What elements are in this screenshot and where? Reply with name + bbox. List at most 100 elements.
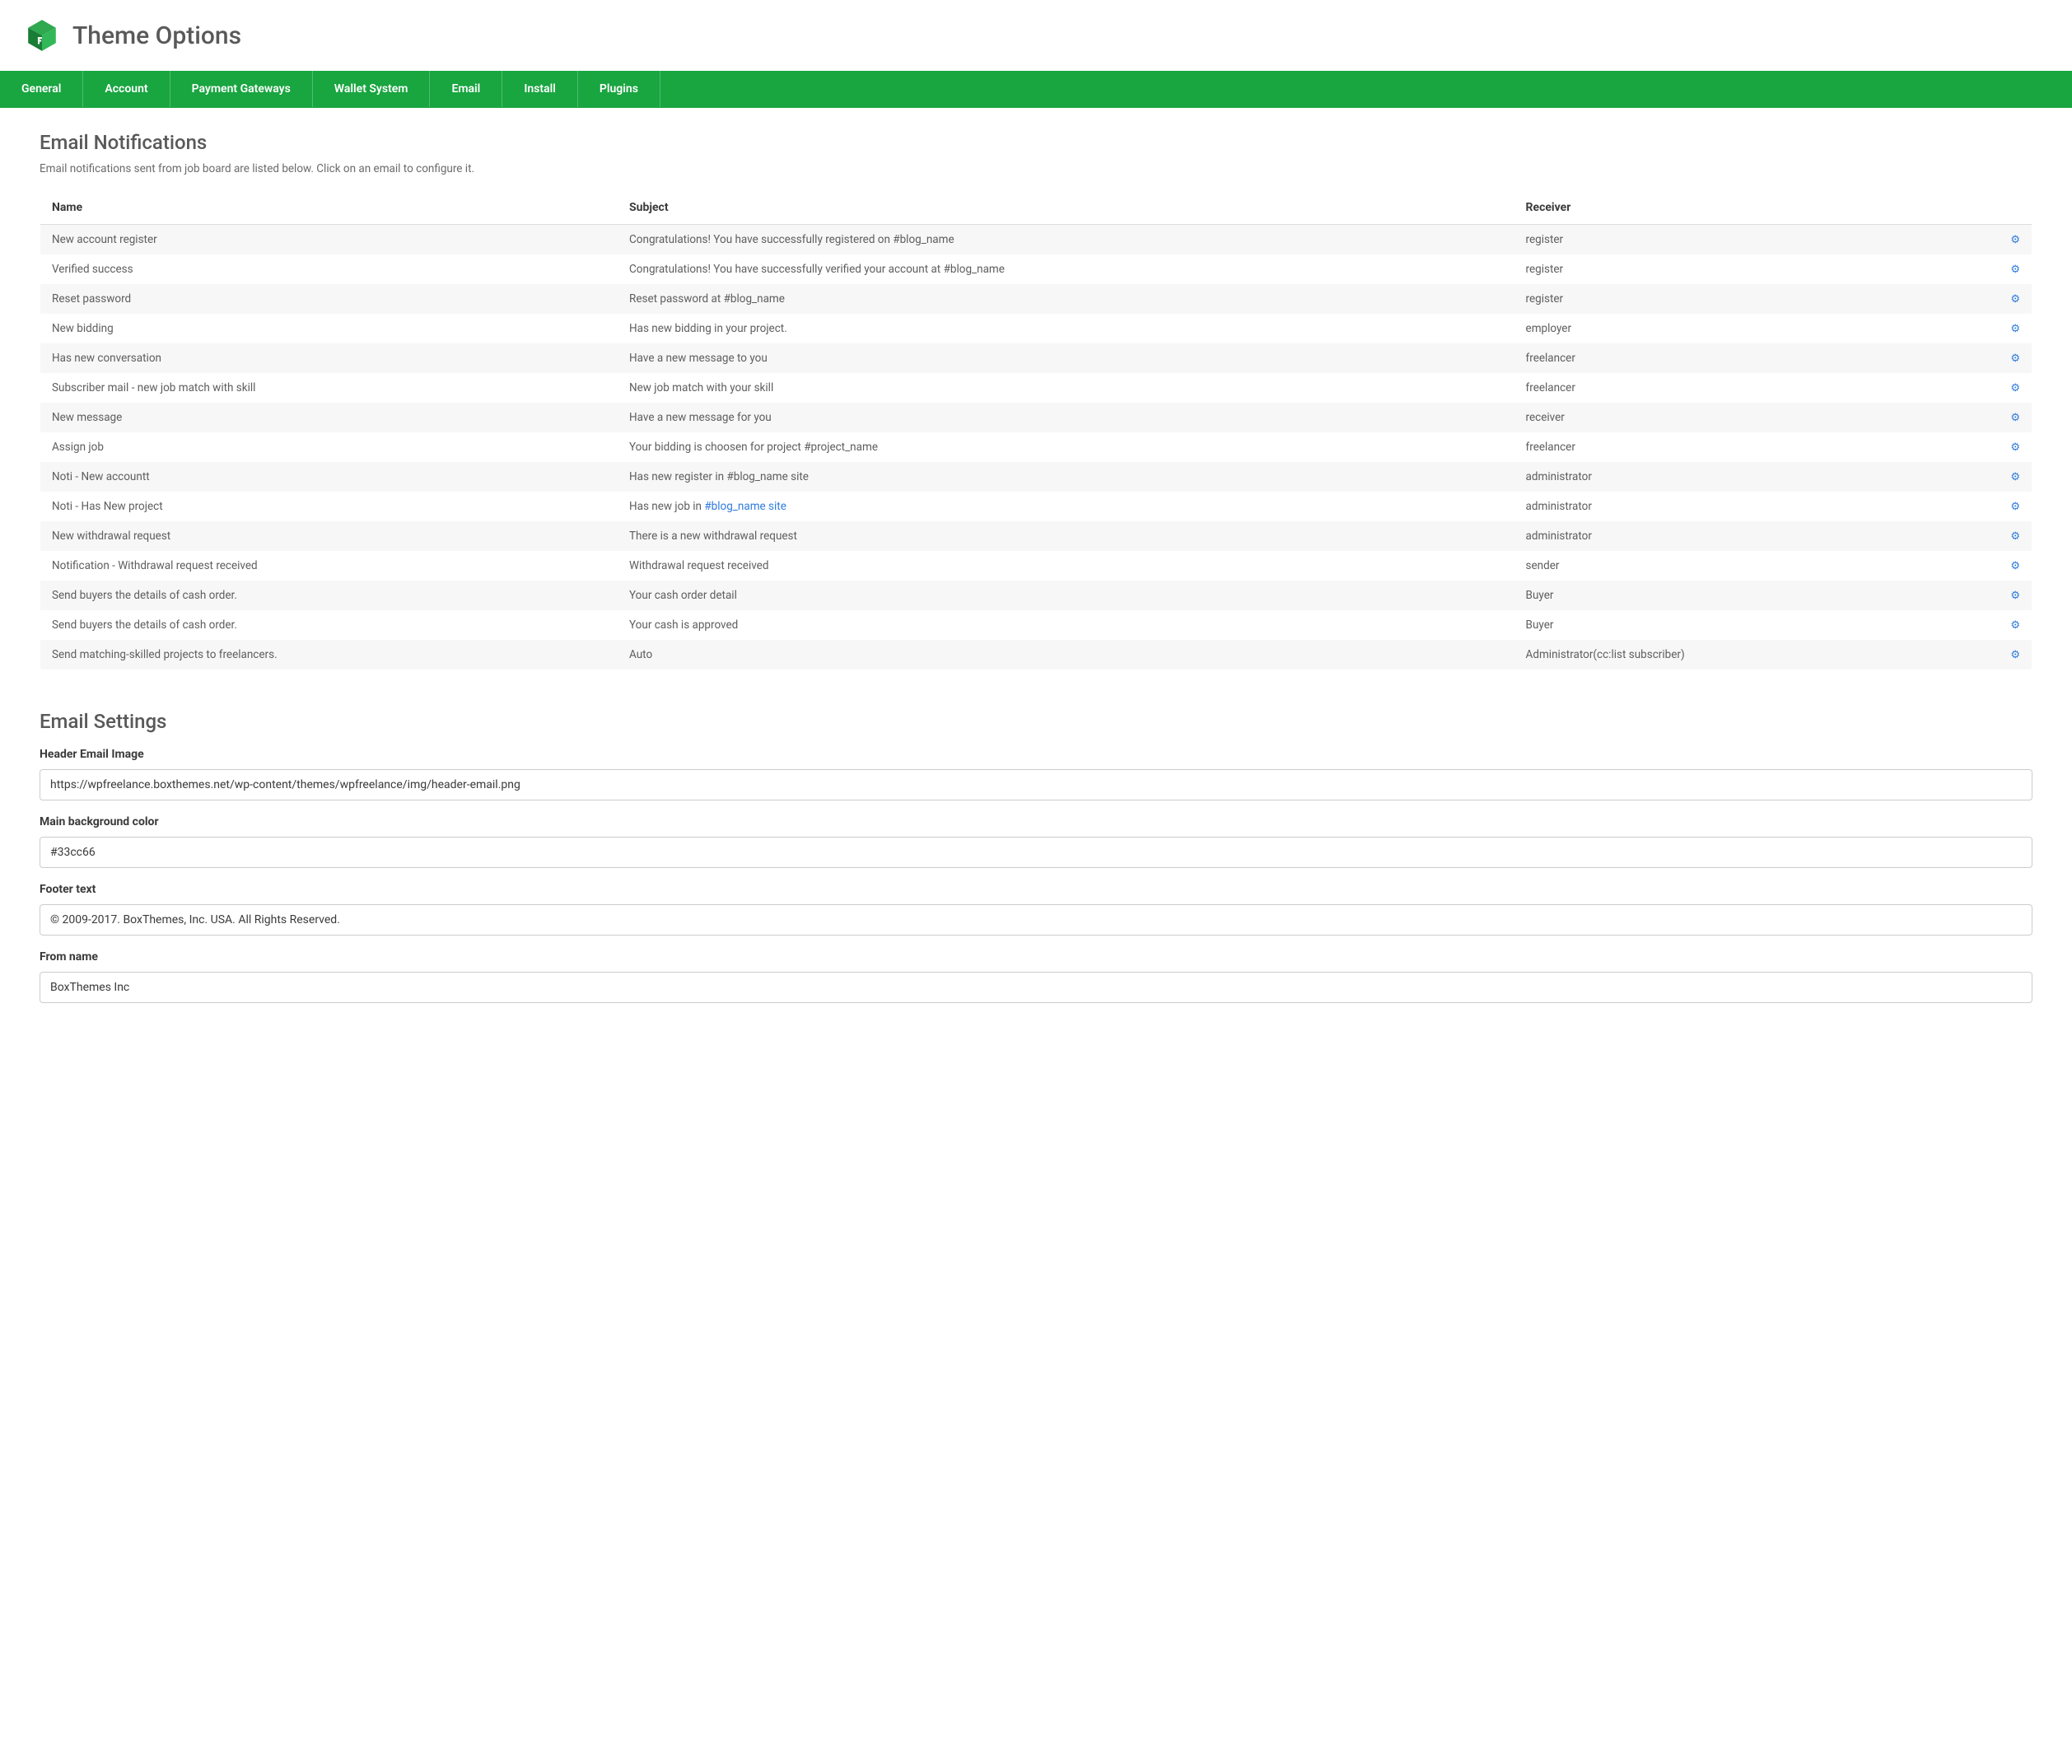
cell-receiver: employer xyxy=(1514,314,1913,343)
tab-payment-gateways[interactable]: Payment Gateways xyxy=(170,71,313,107)
email-settings-section: Email Settings Header Email Image Main b… xyxy=(40,710,2032,1003)
gear-icon[interactable]: ⚙ xyxy=(2010,619,2020,632)
cell-subject: Withdrawal request received xyxy=(618,551,1514,581)
table-row[interactable]: Subscriber mail - new job match with ski… xyxy=(40,373,2032,403)
cell-receiver: register xyxy=(1514,225,1913,255)
cell-name: Assign job xyxy=(40,432,618,462)
cell-receiver: Administrator(cc:list subscriber) xyxy=(1514,640,1913,670)
cell-actions: ⚙ xyxy=(1912,581,2032,610)
gear-icon[interactable]: ⚙ xyxy=(2010,501,2020,513)
tab-general[interactable]: General xyxy=(0,71,83,107)
notifications-table: Name Subject Receiver New account regist… xyxy=(40,190,2032,670)
input-bg-color[interactable] xyxy=(40,837,2032,868)
cell-receiver: freelancer xyxy=(1514,343,1913,373)
label-footer-text: Footer text xyxy=(40,883,2032,896)
cell-receiver: administrator xyxy=(1514,462,1913,492)
table-row[interactable]: New biddingHas new bidding in your proje… xyxy=(40,314,2032,343)
table-row[interactable]: Assign jobYour bidding is choosen for pr… xyxy=(40,432,2032,462)
table-row[interactable]: New messageHave a new message for yourec… xyxy=(40,403,2032,432)
table-row[interactable]: Notification - Withdrawal request receiv… xyxy=(40,551,2032,581)
cell-subject: Has new register in #blog_name site xyxy=(618,462,1514,492)
cell-subject: Your cash order detail xyxy=(618,581,1514,610)
content-area: Email Notifications Email notifications … xyxy=(0,108,2072,1036)
gear-icon[interactable]: ⚙ xyxy=(2010,293,2020,306)
cell-actions: ⚙ xyxy=(1912,551,2032,581)
gear-icon[interactable]: ⚙ xyxy=(2010,441,2020,454)
table-row[interactable]: Send matching-skilled projects to freela… xyxy=(40,640,2032,670)
gear-icon[interactable]: ⚙ xyxy=(2010,382,2020,394)
cell-receiver: freelancer xyxy=(1514,373,1913,403)
cell-subject: Reset password at #blog_name xyxy=(618,284,1514,314)
gear-icon[interactable]: ⚙ xyxy=(2010,323,2020,335)
gear-icon[interactable]: ⚙ xyxy=(2010,234,2020,246)
gear-icon[interactable]: ⚙ xyxy=(2010,412,2020,424)
table-row[interactable]: Noti - Has New projectHas new job in #bl… xyxy=(40,492,2032,521)
table-row[interactable]: Send buyers the details of cash order.Yo… xyxy=(40,581,2032,610)
field-bg-color: Main background color xyxy=(40,815,2032,868)
cell-subject: There is a new withdrawal request xyxy=(618,521,1514,551)
tab-wallet-system[interactable]: Wallet System xyxy=(313,71,431,107)
column-header-receiver: Receiver xyxy=(1514,191,1913,225)
input-from-name[interactable] xyxy=(40,972,2032,1003)
tab-install[interactable]: Install xyxy=(502,71,578,107)
cell-subject: Your cash is approved xyxy=(618,610,1514,640)
gear-icon[interactable]: ⚙ xyxy=(2010,264,2020,276)
table-row[interactable]: New withdrawal requestThere is a new wit… xyxy=(40,521,2032,551)
cell-name: Subscriber mail - new job match with ski… xyxy=(40,373,618,403)
input-footer-text[interactable] xyxy=(40,904,2032,936)
cell-receiver: administrator xyxy=(1514,492,1913,521)
gear-icon[interactable]: ⚙ xyxy=(2010,352,2020,365)
tab-email[interactable]: Email xyxy=(430,71,502,107)
cell-subject: Your bidding is choosen for project #pro… xyxy=(618,432,1514,462)
gear-icon[interactable]: ⚙ xyxy=(2010,471,2020,483)
table-row[interactable]: New account registerCongratulations! You… xyxy=(40,225,2032,255)
cell-name: Reset password xyxy=(40,284,618,314)
table-row[interactable]: Verified successCongratulations! You hav… xyxy=(40,254,2032,284)
field-header-image: Header Email Image xyxy=(40,748,2032,800)
tab-account[interactable]: Account xyxy=(83,71,170,107)
app-logo-icon xyxy=(25,18,59,53)
cell-name: Noti - Has New project xyxy=(40,492,618,521)
cell-name: Send matching-skilled projects to freela… xyxy=(40,640,618,670)
label-header-image: Header Email Image xyxy=(40,748,2032,761)
cell-receiver: Buyer xyxy=(1514,581,1913,610)
cell-actions: ⚙ xyxy=(1912,314,2032,343)
gear-icon[interactable]: ⚙ xyxy=(2010,649,2020,661)
cell-name: New bidding xyxy=(40,314,618,343)
gear-icon[interactable]: ⚙ xyxy=(2010,560,2020,572)
label-bg-color: Main background color xyxy=(40,815,2032,828)
table-row[interactable]: Reset passwordReset password at #blog_na… xyxy=(40,284,2032,314)
gear-icon[interactable]: ⚙ xyxy=(2010,530,2020,543)
field-footer-text: Footer text xyxy=(40,883,2032,936)
cell-actions: ⚙ xyxy=(1912,403,2032,432)
cell-subject: Has new job in #blog_name site xyxy=(618,492,1514,521)
subject-link[interactable]: #blog_name site xyxy=(704,500,786,513)
cell-actions: ⚙ xyxy=(1912,343,2032,373)
table-row[interactable]: Noti - New accounttHas new register in #… xyxy=(40,462,2032,492)
cell-subject: Auto xyxy=(618,640,1514,670)
gear-icon[interactable]: ⚙ xyxy=(2010,590,2020,602)
tab-plugins[interactable]: Plugins xyxy=(578,71,660,107)
cell-name: Noti - New accountt xyxy=(40,462,618,492)
input-header-image[interactable] xyxy=(40,769,2032,800)
page-header: Theme Options xyxy=(0,0,2072,71)
cell-actions: ⚙ xyxy=(1912,610,2032,640)
column-header-subject: Subject xyxy=(618,191,1514,225)
cell-subject: Has new bidding in your project. xyxy=(618,314,1514,343)
cell-subject: Have a new message to you xyxy=(618,343,1514,373)
settings-title: Email Settings xyxy=(40,710,2032,733)
page-title: Theme Options xyxy=(72,21,241,50)
cell-receiver: Buyer xyxy=(1514,610,1913,640)
table-row[interactable]: Send buyers the details of cash order.Yo… xyxy=(40,610,2032,640)
label-from-name: From name xyxy=(40,950,2032,964)
cell-name: Send buyers the details of cash order. xyxy=(40,610,618,640)
cell-name: Send buyers the details of cash order. xyxy=(40,581,618,610)
cell-actions: ⚙ xyxy=(1912,492,2032,521)
cell-actions: ⚙ xyxy=(1912,373,2032,403)
table-row[interactable]: Has new conversationHave a new message t… xyxy=(40,343,2032,373)
column-header-actions xyxy=(1912,191,2032,225)
cell-subject: Have a new message for you xyxy=(618,403,1514,432)
notifications-description: Email notifications sent from job board … xyxy=(40,162,2032,175)
cell-name: New account register xyxy=(40,225,618,255)
cell-name: New withdrawal request xyxy=(40,521,618,551)
